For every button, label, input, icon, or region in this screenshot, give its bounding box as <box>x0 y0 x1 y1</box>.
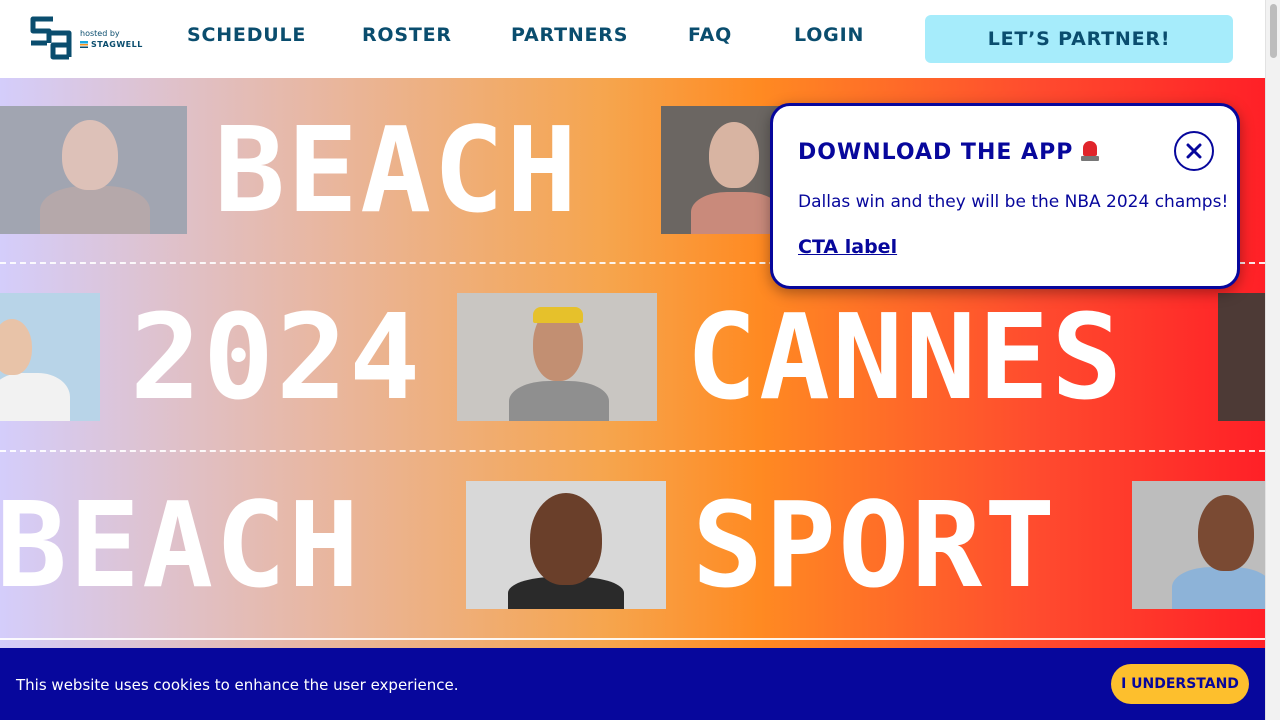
cookie-banner: This website uses cookies to enhance the… <box>0 648 1265 720</box>
athlete-photo <box>0 106 187 234</box>
nav-login[interactable]: LOGIN <box>794 24 864 46</box>
nav-schedule[interactable]: SCHEDULE <box>187 24 306 46</box>
athlete-photo <box>1218 293 1265 421</box>
hero-word: BEACH <box>0 476 362 614</box>
hero-word: BEACH <box>214 101 580 239</box>
stagwell-logo: STAGWELL <box>80 40 143 49</box>
download-app-popup: DOWNLOAD THE APP Dallas win and they wil… <box>770 103 1240 289</box>
nav-roster[interactable]: ROSTER <box>362 24 452 46</box>
siren-icon <box>1081 139 1100 161</box>
stagwell-label: STAGWELL <box>91 40 143 49</box>
site-header: hosted by STAGWELL SCHEDULE ROSTER PARTN… <box>0 0 1265 78</box>
hero-divider <box>0 638 1265 640</box>
popup-title: DOWNLOAD THE APP <box>798 139 1100 165</box>
athlete-photo <box>466 481 666 609</box>
athlete-photo <box>0 293 100 421</box>
hero-word: SPORT <box>692 476 1058 614</box>
hosted-by-label: hosted by <box>80 29 120 38</box>
site-logo[interactable]: hosted by STAGWELL <box>27 14 147 64</box>
page-scrollbar[interactable] <box>1265 0 1280 720</box>
close-icon <box>1186 143 1202 159</box>
athlete-photo <box>457 293 657 421</box>
nav-partners[interactable]: PARTNERS <box>511 24 628 46</box>
sb-logo-icon <box>30 16 72 60</box>
scrollbar-thumb[interactable] <box>1270 4 1277 58</box>
hero-divider <box>0 450 1265 452</box>
cookie-message: This website uses cookies to enhance the… <box>16 676 459 694</box>
lets-partner-button[interactable]: LET’S PARTNER! <box>925 15 1233 63</box>
popup-title-text: DOWNLOAD THE APP <box>798 140 1074 165</box>
athlete-photo <box>1132 481 1265 609</box>
cookie-accept-button[interactable]: I UNDERSTAND <box>1111 664 1249 704</box>
nav-faq[interactable]: FAQ <box>688 24 732 46</box>
popup-cta-link[interactable]: CTA label <box>798 236 897 258</box>
hero-word: 2024 <box>130 288 423 426</box>
hero-word: CANNES <box>686 288 1125 426</box>
stagwell-icon <box>80 41 88 48</box>
close-popup-button[interactable] <box>1174 131 1214 171</box>
popup-body: Dallas win and they will be the NBA 2024… <box>798 192 1229 212</box>
